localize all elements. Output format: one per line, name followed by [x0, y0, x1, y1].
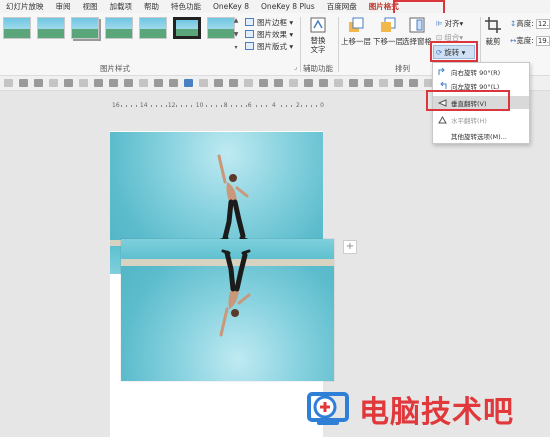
flipped-photo[interactable] [121, 239, 334, 381]
width-field-row: ↔ 宽度: 19. [510, 35, 550, 46]
toolbar-icon[interactable] [19, 79, 28, 87]
effects-icon [245, 30, 254, 38]
style-thumbnail[interactable] [105, 17, 133, 39]
watermark-text: 电脑技术吧 [359, 395, 514, 430]
toolbar-icon[interactable] [289, 79, 298, 87]
picture-effects-button[interactable]: 图片效果 ▾ [245, 28, 305, 40]
crop-icon [485, 17, 501, 33]
toolbar-icon[interactable] [184, 79, 193, 87]
align-icon: ⊫ [436, 19, 443, 28]
toolbar-icon[interactable] [334, 79, 343, 87]
rotate-left-icon [440, 81, 447, 89]
border-icon [245, 18, 254, 26]
powerpoint-window: 幻灯片放映 审阅 视图 加载项 帮助 特色功能 OneKey 8 OneKey … [0, 0, 550, 437]
toolbar-icon[interactable] [199, 79, 208, 87]
height-field-row: ↕ 高度: 12. [510, 18, 550, 29]
send-backward-button[interactable]: 下移一层 [373, 16, 403, 47]
style-thumbnail[interactable] [139, 17, 167, 39]
toolbar-icon[interactable] [394, 79, 403, 87]
selection-pane-icon [409, 17, 425, 33]
toolbar-icon[interactable] [124, 79, 133, 87]
menu-item-rotate-right[interactable]: 向右旋转 90°(R) [433, 65, 529, 78]
watermark-logo-icon [307, 392, 349, 425]
toolbar-icon[interactable] [79, 79, 88, 87]
style-thumbnail[interactable] [37, 17, 65, 39]
alt-text-icon [310, 17, 326, 33]
layout-icon [245, 42, 254, 50]
toolbar-icon[interactable] [49, 79, 58, 87]
group-label-accessibility: 辅助功能 [303, 64, 333, 73]
more-icon[interactable]: ▾ [234, 44, 237, 51]
watermark: 电脑技术吧 [305, 387, 514, 431]
style-thumbnail[interactable] [71, 17, 99, 39]
toolbar-icon[interactable] [34, 79, 43, 87]
style-thumbnail[interactable] [3, 17, 31, 39]
bring-forward-icon [349, 17, 364, 32]
ribbon-tabs: 幻灯片放映 审阅 视图 加载项 帮助 特色功能 OneKey 8 OneKey … [0, 0, 550, 13]
toolbar-icon[interactable] [109, 79, 118, 87]
selection-pane-button[interactable]: 选择窗格 [402, 16, 432, 47]
toolbar-icon[interactable] [259, 79, 268, 87]
tab-review[interactable]: 审阅 [56, 0, 71, 13]
width-input[interactable]: 19. [535, 35, 550, 46]
menu-item-flip-horizontal[interactable]: 水平翻转(H) [433, 113, 529, 126]
group-label-arrange: 排列 [395, 64, 410, 73]
tab-help[interactable]: 帮助 [144, 0, 159, 13]
chevron-down-icon[interactable]: ▼ [234, 31, 239, 38]
tab-onekey8-plus[interactable]: OneKey 8 Plus [261, 0, 315, 13]
toolbar-icon[interactable] [229, 79, 238, 87]
toolbar-icon[interactable] [409, 79, 418, 87]
bring-forward-button[interactable]: 上移一层 [341, 16, 371, 47]
toolbar-icon[interactable] [139, 79, 148, 87]
tab-slideshow[interactable]: 幻灯片放映 [6, 0, 44, 13]
tab-onekey8[interactable]: OneKey 8 [213, 0, 249, 13]
tab-baidu-netdisk[interactable]: 百度网盘 [327, 0, 357, 13]
toolbar-icon[interactable] [349, 79, 358, 87]
dancer-figure [217, 154, 249, 242]
height-input[interactable]: 12. [535, 18, 550, 29]
chevron-up-icon[interactable]: ▲ [234, 17, 239, 24]
dialog-launcher-icon[interactable]: ⌟ [294, 63, 297, 71]
align-button[interactable]: ⊫ 对齐 ▾ [436, 18, 463, 29]
alt-text-button[interactable]: 替换 文字 [307, 16, 329, 54]
tab-view[interactable]: 视图 [83, 0, 98, 13]
toolbar-icon[interactable] [154, 79, 163, 87]
toolbar-icon[interactable] [379, 79, 388, 87]
horizontal-ruler: 16 14 12 10 8 6 4 2 0 [111, 102, 325, 109]
picture-layout-button[interactable]: 图片版式 ▾ [245, 40, 305, 52]
picture-options: 图片边框 ▾ 图片效果 ▾ 图片版式 ▾ [245, 16, 305, 52]
toolbar-icon[interactable] [364, 79, 373, 87]
tab-addins[interactable]: 加载项 [110, 0, 133, 13]
style-thumbnail[interactable] [173, 17, 201, 39]
tab-features[interactable]: 特色功能 [171, 0, 201, 13]
toolbar-icon[interactable] [304, 79, 313, 87]
toolbar-icon[interactable] [274, 79, 283, 87]
rotate-highlight-box [430, 41, 478, 62]
toolbar-icon[interactable] [4, 79, 13, 87]
rotate-right-icon [438, 67, 445, 75]
group-label-picture-styles: 图片样式 [100, 64, 130, 73]
style-thumbnail[interactable] [207, 17, 235, 39]
dancer-figure-flipped [219, 249, 251, 337]
toolbar-icon[interactable] [94, 79, 103, 87]
crop-button[interactable]: 裁剪 [484, 16, 502, 47]
gallery-scroll[interactable]: ▲ ▼ ▾ [232, 17, 240, 51]
flip-vertical-highlight-box [426, 90, 510, 111]
toolbar-icon[interactable] [319, 79, 328, 87]
picture-styles-gallery [3, 17, 241, 39]
picture-border-button[interactable]: 图片边框 ▾ [245, 16, 305, 28]
toolbar-icon[interactable] [64, 79, 73, 87]
toolbar-icon[interactable] [214, 79, 223, 87]
send-backward-icon [381, 17, 396, 32]
toolbar-icon[interactable] [169, 79, 178, 87]
toolbar-icon[interactable] [244, 79, 253, 87]
flip-horizontal-icon [438, 115, 447, 123]
menu-item-more-rotation-options[interactable]: 其他旋转选项(M)... [433, 129, 529, 142]
add-icon[interactable]: + [343, 240, 357, 254]
